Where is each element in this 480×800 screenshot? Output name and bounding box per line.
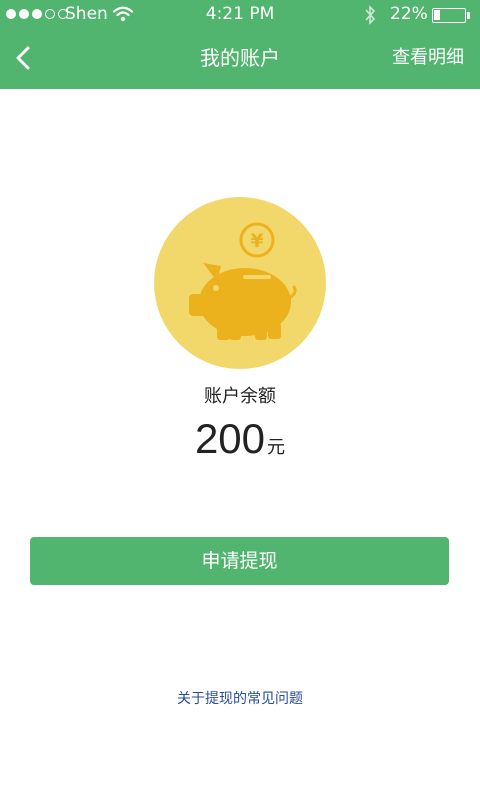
- battery-percentage: 22%: [390, 4, 428, 24]
- piggy-eye: [213, 285, 219, 291]
- battery-tip: [467, 12, 470, 19]
- bluetooth-icon: [365, 5, 376, 25]
- withdraw-button[interactable]: 申请提现: [30, 537, 449, 585]
- balance-amount: 200 元: [0, 416, 480, 471]
- battery-level-fill: [434, 10, 440, 20]
- balance-value: 200: [194, 415, 266, 462]
- piggy-bank-icon: ¥: [154, 197, 326, 369]
- app-header: Shen 4:21 PM 22% 我的账户 查看明细: [0, 0, 480, 89]
- view-details-button[interactable]: 查看明细: [392, 44, 464, 72]
- status-bar: Shen 4:21 PM 22%: [0, 0, 480, 30]
- battery-icon: [432, 8, 466, 23]
- balance-label: 账户余额: [204, 386, 276, 407]
- balance-unit: 元: [267, 437, 286, 458]
- withdraw-faq-link[interactable]: 关于提现的常见问题: [0, 689, 480, 709]
- svg-text:¥: ¥: [250, 230, 263, 252]
- coin-slot: [243, 275, 271, 279]
